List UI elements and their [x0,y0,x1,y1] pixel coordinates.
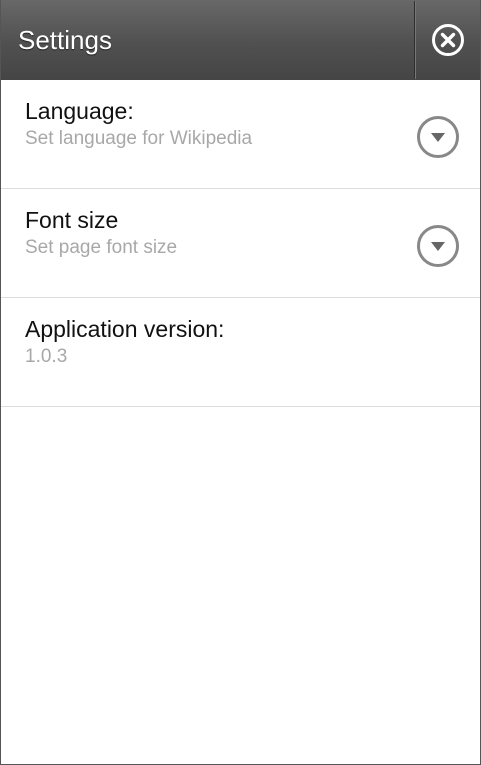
setting-language[interactable]: Language: Set language for Wikipedia [1,80,480,189]
language-dropdown-button[interactable] [416,115,460,159]
font-size-dropdown-button[interactable] [416,224,460,268]
page-title: Settings [18,24,112,55]
app-version-label: Application version: [25,316,225,342]
settings-header: Settings [1,0,480,80]
font-size-description: Set page font size [25,237,178,258]
close-button[interactable] [416,0,480,80]
language-label: Language: [25,98,134,124]
font-size-label: Font size [25,207,119,233]
setting-font-size[interactable]: Font size Set page font size [1,189,480,298]
setting-app-version: Application version: 1.0.3 [1,298,480,407]
chevron-down-circle-icon [417,116,459,158]
language-description: Set language for Wikipedia [25,128,253,149]
close-circle-icon [432,24,464,56]
app-version-value: 1.0.3 [25,346,68,367]
chevron-down-circle-icon [417,225,459,267]
settings-panel: Settings Language: Set language for Wiki… [0,0,481,765]
